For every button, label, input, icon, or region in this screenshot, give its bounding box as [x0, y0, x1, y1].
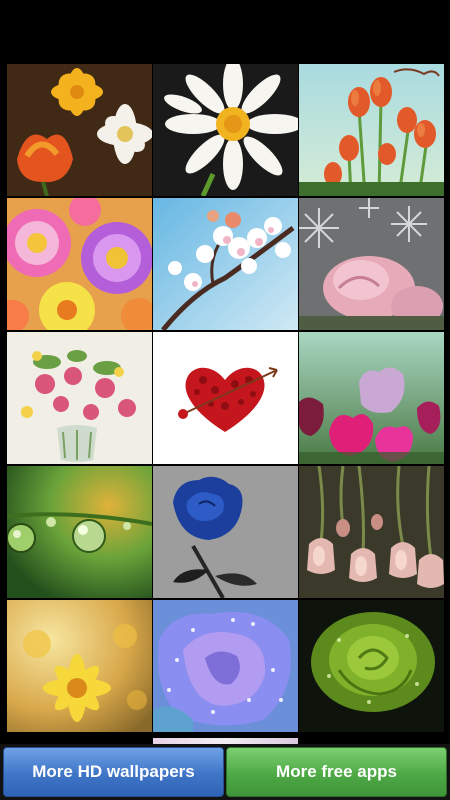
white-daisy-image: [153, 64, 298, 196]
wallpaper-thumbnail-pink-tulips[interactable]: [299, 332, 444, 464]
wallpaper-thumbnail-blue-rose[interactable]: [153, 466, 298, 598]
wallpaper-thumbnail-white-daisy[interactable]: [153, 64, 298, 196]
cherry-blossom-image: [153, 198, 298, 330]
green-rose-image: [299, 600, 444, 732]
wallpaper-thumbnail-tulips-daisies[interactable]: [7, 64, 152, 196]
purple-rose-image: [153, 600, 298, 732]
wallpaper-thumbnail-red-tulips[interactable]: [299, 64, 444, 196]
yellow-daisies-image: [7, 600, 152, 732]
wallpaper-thumbnail-rose-heart[interactable]: [153, 332, 298, 464]
rose-heart-image: [153, 332, 298, 464]
wallpaper-thumbnail-green-rose[interactable]: [299, 600, 444, 732]
more-hd-wallpapers-button[interactable]: More HD wallpapers: [3, 747, 224, 797]
more-free-apps-button[interactable]: More free apps: [226, 747, 447, 797]
bell-flowers-image: [299, 466, 444, 598]
wallpaper-thumbnail-cherry-blossom[interactable]: [153, 198, 298, 330]
tulips-daisies-image: [7, 64, 152, 196]
wallpaper-thumbnail-frosted-rose[interactable]: [299, 198, 444, 330]
flower-vase-image: [7, 332, 152, 464]
wallpaper-thumbnail-bell-flowers[interactable]: [299, 466, 444, 598]
wallpaper-thumbnail-purple-rose[interactable]: [153, 600, 298, 732]
pink-tulips-image: [299, 332, 444, 464]
wallpaper-thumbnail-flower-vase[interactable]: [7, 332, 152, 464]
colorful-gerberas-image: [7, 198, 152, 330]
bottom-action-bar: More HD wallpapers More free apps: [0, 744, 450, 800]
wallpaper-thumbnail-yellow-daisies[interactable]: [7, 600, 152, 732]
blue-rose-image: [153, 466, 298, 598]
wallpaper-grid: [7, 64, 444, 744]
more-hd-wallpapers-label: More HD wallpapers: [32, 762, 195, 781]
status-bar: [0, 0, 450, 56]
more-free-apps-label: More free apps: [276, 762, 397, 781]
dew-drops-image: [7, 466, 152, 598]
frosted-rose-image: [299, 198, 444, 330]
wallpaper-thumbnail-colorful-gerberas[interactable]: [7, 198, 152, 330]
red-tulips-image: [299, 64, 444, 196]
wallpaper-thumbnail-dew-drops[interactable]: [7, 466, 152, 598]
